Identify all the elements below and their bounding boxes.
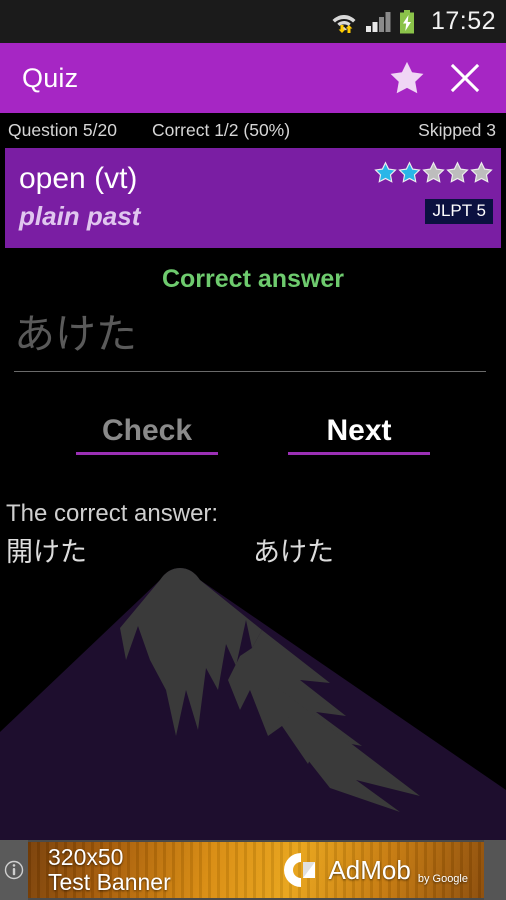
admob-logo-icon bbox=[284, 853, 316, 887]
difficulty-star-rating[interactable] bbox=[374, 161, 493, 184]
correct-answer-block: The correct answer: 開けた あけた bbox=[6, 498, 500, 572]
quiz-stats-row: Question 5/20 Correct 1/2 (50%) Skipped … bbox=[0, 113, 506, 148]
answer-input-underline bbox=[14, 371, 486, 372]
question-form: plain past bbox=[19, 201, 141, 231]
app-screen: 17:52 Quiz Question 5/20 Correct 1/2 (50… bbox=[0, 0, 506, 900]
stat-skipped-counter: Skipped 3 bbox=[418, 120, 496, 140]
star-icon-1 bbox=[374, 161, 397, 183]
close-button[interactable] bbox=[436, 43, 494, 113]
info-icon bbox=[4, 860, 24, 880]
action-button-row: Check Next bbox=[0, 410, 506, 465]
ad-info-button[interactable] bbox=[0, 840, 28, 900]
question-term: open (vt) bbox=[19, 162, 138, 195]
next-button-label: Next bbox=[326, 414, 392, 447]
mount-fuji-watermark bbox=[0, 568, 506, 840]
answer-input[interactable]: あけた bbox=[14, 300, 492, 372]
star-icon-2 bbox=[398, 161, 421, 183]
correct-answer-row: 開けた あけた bbox=[6, 534, 500, 572]
star-icon-4 bbox=[446, 161, 469, 183]
next-button[interactable]: Next bbox=[288, 410, 430, 455]
star-icon-3 bbox=[422, 161, 445, 183]
signal-icon bbox=[365, 11, 391, 32]
admob-brand-label: AdMob bbox=[328, 855, 411, 885]
ad-size-label: 320x50 bbox=[48, 844, 124, 870]
status-clock: 17:52 bbox=[430, 7, 496, 35]
ad-banner[interactable]: 320x50 Test Banner AdMob by Google bbox=[0, 840, 506, 900]
status-icon-group: 17:52 bbox=[331, 9, 496, 34]
ad-banner-label: Test Banner bbox=[48, 869, 171, 895]
admob-byline-label: by Google bbox=[417, 873, 468, 885]
star-icon-5 bbox=[470, 161, 493, 183]
status-bar: 17:52 bbox=[0, 0, 506, 43]
check-button-underline bbox=[76, 452, 218, 455]
next-button-underline bbox=[288, 452, 430, 455]
ad-right-edge bbox=[484, 840, 506, 900]
ad-content[interactable]: 320x50 Test Banner AdMob by Google bbox=[28, 842, 484, 898]
ad-text: 320x50 Test Banner bbox=[48, 845, 171, 895]
answer-input-value: あけた bbox=[14, 311, 137, 357]
page-title: Quiz bbox=[22, 62, 79, 93]
correct-answer-written: 開けた bbox=[6, 537, 87, 567]
battery-charging-icon bbox=[399, 9, 414, 33]
close-icon bbox=[450, 63, 480, 93]
check-button[interactable]: Check bbox=[76, 410, 218, 455]
favorite-button[interactable] bbox=[378, 43, 436, 113]
star-icon bbox=[390, 61, 424, 94]
stat-question-counter: Question 5/20 bbox=[8, 120, 117, 140]
stat-correct-counter: Correct 1/2 (50%) bbox=[151, 120, 291, 140]
jlpt-level-badge: JLPT 5 bbox=[425, 199, 493, 224]
admob-logo-group: AdMob by Google bbox=[281, 850, 468, 890]
wifi-transfer-icon bbox=[332, 14, 356, 33]
check-button-label: Check bbox=[101, 414, 193, 447]
answer-feedback-text: Correct answer bbox=[161, 265, 345, 293]
question-card[interactable]: open (vt) plain past JLPT 5 bbox=[5, 148, 501, 248]
correct-answer-reading: あけた bbox=[253, 537, 334, 567]
action-bar: Quiz bbox=[0, 43, 506, 113]
correct-answer-label: The correct answer: bbox=[6, 500, 219, 527]
